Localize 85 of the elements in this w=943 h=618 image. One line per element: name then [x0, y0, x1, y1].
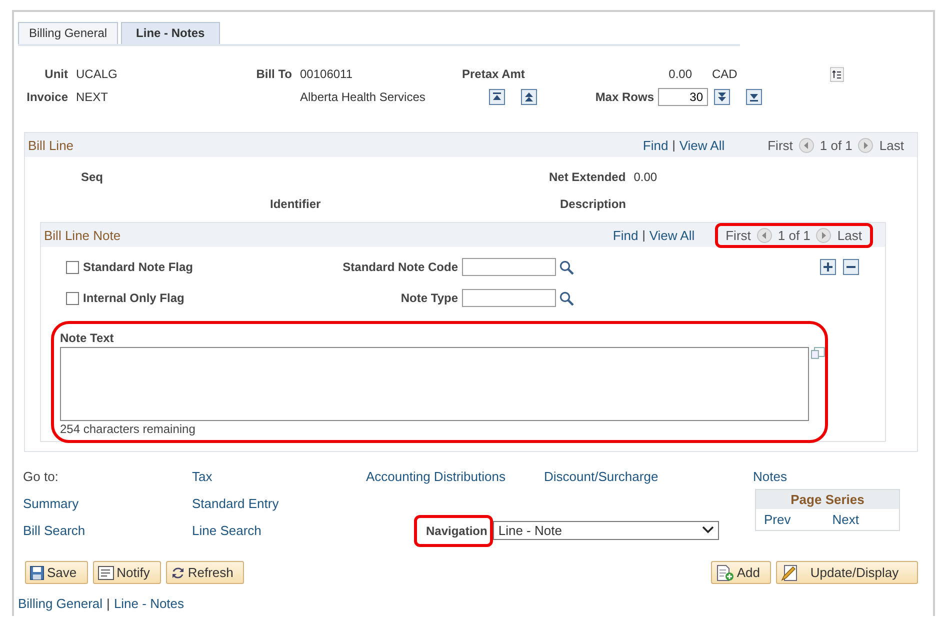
last-label: Last [837, 228, 862, 242]
field-label: Net Extended [549, 170, 626, 184]
add-document-icon [716, 564, 734, 580]
field-value: 00106011 [299, 66, 354, 83]
previous-icon[interactable] [798, 138, 814, 152]
expand-icon[interactable] [811, 347, 825, 359]
search-icon[interactable] [559, 260, 574, 274]
goto-link[interactable]: Tax [192, 468, 366, 484]
last-row-icon[interactable] [746, 89, 762, 105]
previous-icon[interactable] [756, 228, 772, 242]
column-label: Identifier [270, 197, 322, 211]
footer-link[interactable]: Line - Notes [114, 596, 184, 611]
max-rows-field[interactable]: 30 [658, 88, 708, 106]
next-icon[interactable] [816, 228, 832, 242]
goto-label: Go to: [23, 468, 60, 484]
field-label: Note Type [400, 291, 458, 305]
navigation-label: Navigation [414, 515, 494, 547]
characters-remaining-text: 254 characters remaining [60, 422, 196, 436]
goto-link[interactable]: Bill Search [23, 522, 192, 538]
search-icon[interactable] [559, 290, 574, 306]
first-label: First [768, 138, 793, 152]
input-field[interactable] [462, 258, 556, 276]
navigation-dropdown[interactable]: Line - Note [493, 520, 720, 540]
field-label: Invoice [26, 89, 68, 106]
input-field[interactable] [462, 289, 556, 307]
page-series-title: Page Series [756, 490, 899, 509]
next-link[interactable]: Next [832, 512, 859, 527]
field-label: Max Rows [594, 89, 654, 106]
field-label: Note Text [60, 331, 115, 345]
page-counter: 1 of 1 [778, 228, 810, 242]
section-title: Bill Line Note [44, 228, 121, 242]
personalize-icon[interactable] [830, 66, 844, 82]
note-text-area[interactable] [60, 347, 810, 421]
separator: | [106, 596, 110, 611]
goto-link[interactable]: Summary [23, 496, 192, 510]
column-label: Seq [81, 170, 104, 184]
field-value: NEXT [75, 89, 110, 106]
refresh-icon [170, 566, 185, 580]
toolbar-button[interactable]: Notify [92, 561, 161, 584]
footer-link[interactable]: Billing General [18, 596, 103, 611]
goto-link[interactable]: Notes [753, 468, 933, 484]
checkbox-label: Standard Note Flag [83, 260, 194, 274]
field-value: 0.00 [632, 170, 658, 184]
tab[interactable]: Billing General [18, 22, 118, 44]
toolbar-button[interactable]: Add [710, 561, 771, 584]
toolbar-button[interactable]: Update/Display [776, 561, 918, 584]
field-label: Pretax Amt [462, 66, 526, 83]
toolbar-button[interactable]: Save [25, 561, 88, 584]
prev-link[interactable]: Prev [764, 512, 791, 527]
field-label: Bill To [255, 66, 292, 83]
last-label: Last [879, 138, 904, 152]
goto-link[interactable]: Accounting Distributions [366, 468, 544, 484]
field-label: Unit [44, 66, 68, 83]
add-row-icon[interactable] [820, 259, 836, 275]
previous-rows-icon[interactable] [521, 89, 537, 105]
view-all-link[interactable]: View All [679, 138, 725, 152]
separator: | [672, 138, 676, 152]
currency-value: CAD [711, 66, 738, 83]
checkbox[interactable] [66, 260, 79, 274]
field-value: UCALG [75, 66, 118, 83]
find-link[interactable]: Find [612, 228, 638, 242]
separator: | [642, 228, 646, 242]
next-rows-icon[interactable] [714, 89, 730, 105]
first-label: First [726, 228, 751, 242]
chevron-down-icon [702, 526, 714, 534]
field-value: Alberta Health Services [299, 89, 426, 106]
column-label: Description [560, 197, 626, 211]
field-label: Standard Note Code [342, 260, 458, 274]
view-all-link[interactable]: View All [649, 228, 695, 242]
section-title: Bill Line [28, 138, 74, 152]
goto-link[interactable]: Discount/Surcharge [544, 468, 753, 484]
delete-row-icon[interactable] [843, 259, 859, 275]
goto-link[interactable]: Standard Entry [192, 496, 366, 510]
first-row-icon[interactable] [489, 89, 505, 105]
field-value: 0.00 [668, 66, 693, 83]
next-icon[interactable] [858, 138, 874, 152]
page-counter: 1 of 1 [820, 138, 852, 152]
checkbox[interactable] [66, 292, 79, 304]
pencil-document-icon [781, 564, 799, 580]
find-link[interactable]: Find [642, 138, 668, 152]
goto-link[interactable]: Line Search [192, 522, 366, 538]
tab[interactable]: Line - Notes [121, 22, 220, 44]
checkbox-label: Internal Only Flag [83, 291, 184, 305]
toolbar-button[interactable]: Refresh [166, 561, 244, 584]
note-icon [98, 566, 114, 580]
